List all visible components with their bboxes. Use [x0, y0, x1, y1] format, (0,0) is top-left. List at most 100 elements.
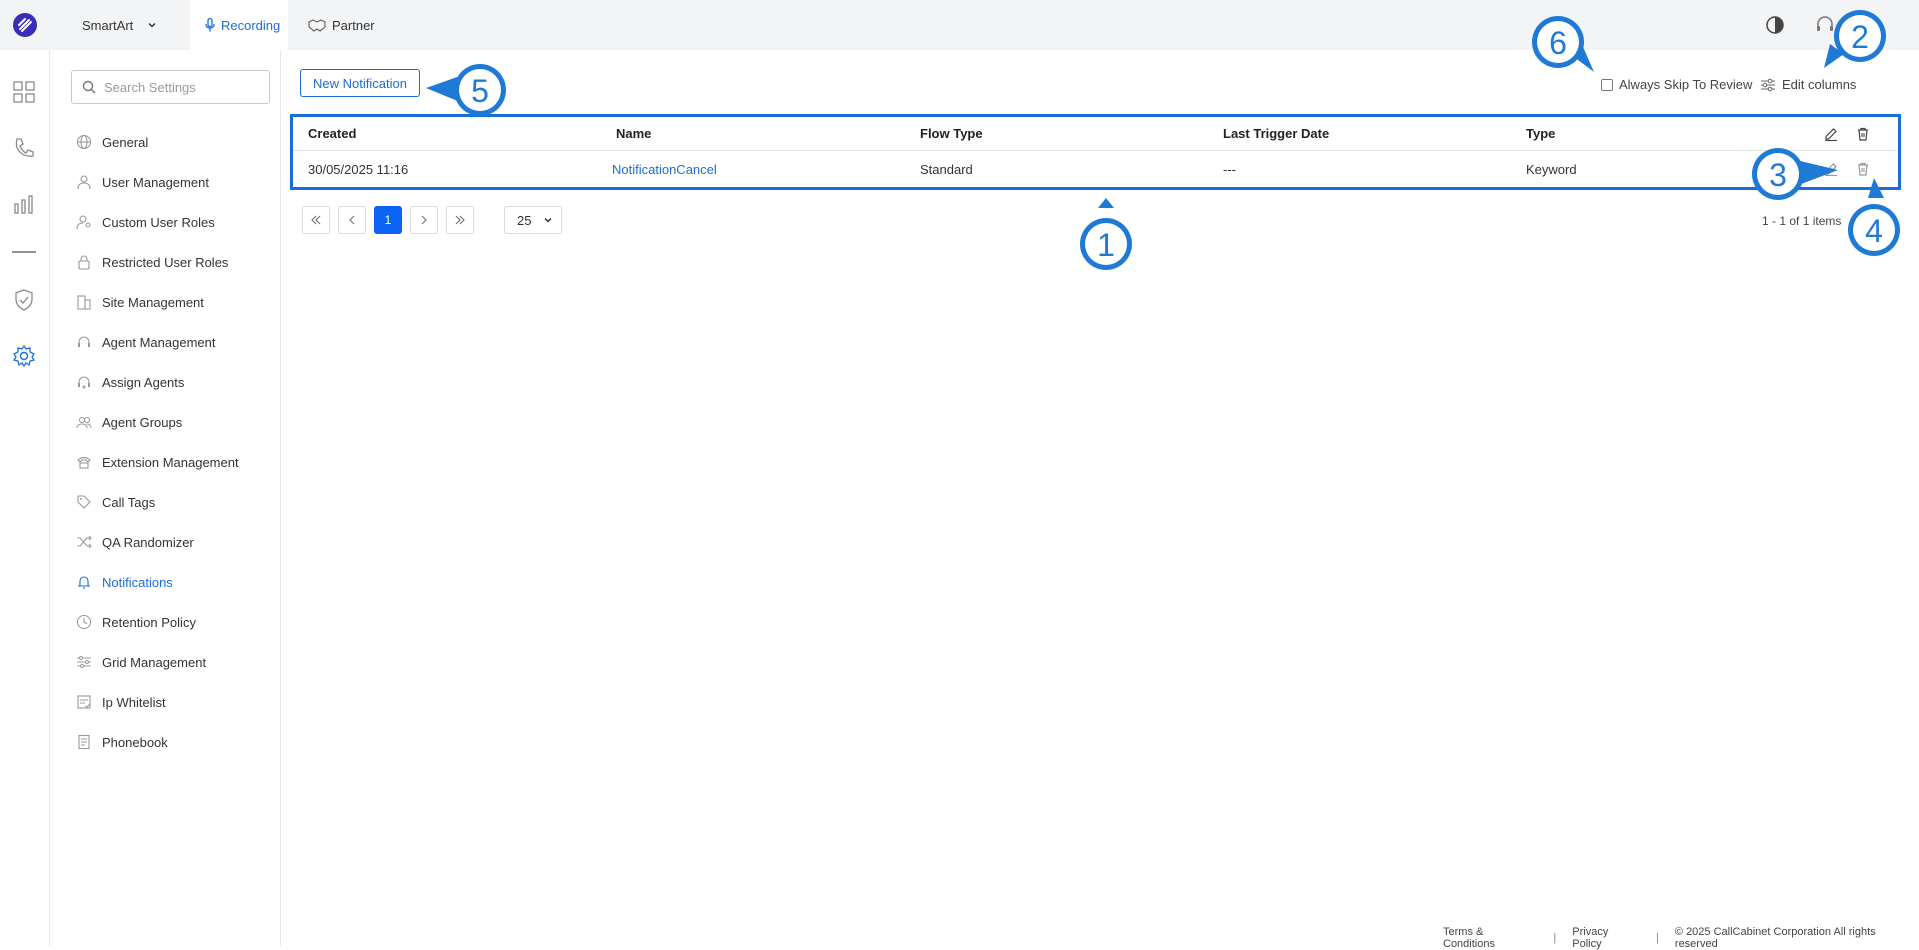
- workspace-selector[interactable]: SmartArt: [82, 0, 163, 50]
- always-skip-review[interactable]: Always Skip To Review: [1601, 77, 1752, 92]
- footer: Terms & Conditions | Privacy Policy | © …: [1443, 926, 1919, 950]
- analytics-bar-icon[interactable]: [12, 192, 36, 216]
- main-content: New Notification Always Skip To Review E…: [281, 50, 1919, 946]
- notifications-grid: Created Name Flow Type Last Trigger Date…: [290, 114, 1901, 190]
- sidebar-item-user-management[interactable]: User Management: [75, 162, 239, 202]
- page-size-select[interactable]: 25: [504, 206, 562, 234]
- col-flow-type[interactable]: Flow Type: [920, 126, 983, 141]
- microphone-icon: [205, 18, 215, 32]
- lock-icon: [75, 253, 93, 271]
- list-check-icon: [75, 693, 93, 711]
- chevron-down-icon: [544, 217, 552, 223]
- row-delete-trash-icon[interactable]: [1855, 161, 1871, 177]
- calls-phone-icon[interactable]: [12, 136, 36, 160]
- grid-header: Created Name Flow Type Last Trigger Date…: [293, 117, 1898, 151]
- last-page-button[interactable]: [446, 206, 474, 234]
- pagination-summary: 1 - 1 of 1 items: [1762, 214, 1842, 228]
- handshake-icon: [308, 19, 326, 32]
- footer-separator: |: [1553, 932, 1557, 944]
- table-row[interactable]: 30/05/2025 11:16 NotificationCancel Stan…: [293, 151, 1898, 187]
- sidebar-item-label: Restricted User Roles: [102, 254, 229, 270]
- search-settings[interactable]: [71, 70, 270, 104]
- delete-all-trash-icon[interactable]: [1855, 126, 1871, 142]
- sidebar-item-label: Grid Management: [102, 654, 207, 670]
- headset-plus-icon: [75, 373, 93, 391]
- cell-last-trigger: ---: [1223, 161, 1236, 177]
- search-icon: [82, 80, 96, 94]
- sidebar-item-agent-groups[interactable]: Agent Groups: [75, 402, 239, 442]
- chevron-right-icon: [421, 215, 427, 225]
- first-page-button[interactable]: [302, 206, 330, 234]
- sidebar-item-grid-management[interactable]: Grid Management: [75, 642, 239, 682]
- sidebar-item-qa-randomizer[interactable]: QA Randomizer: [75, 522, 239, 562]
- workspace-label: SmartArt: [82, 17, 134, 33]
- shield-check-icon[interactable]: [12, 288, 36, 312]
- page-size-value: 25: [517, 212, 532, 228]
- cell-created: 30/05/2025 11:16: [308, 161, 409, 177]
- sidebar-item-label: Agent Management: [102, 334, 216, 350]
- new-notification-button[interactable]: New Notification: [300, 69, 420, 97]
- double-chevron-left-icon: [311, 215, 321, 225]
- sidebar-item-extension-management[interactable]: Extension Management: [75, 442, 239, 482]
- clock-icon: [75, 613, 93, 631]
- col-type[interactable]: Type: [1526, 126, 1555, 141]
- sidebar-item-assign-agents[interactable]: Assign Agents: [75, 362, 239, 402]
- sidebar-item-restricted-user-roles[interactable]: Restricted User Roles: [75, 242, 239, 282]
- tab-recording-label: Recording: [221, 17, 281, 33]
- col-name[interactable]: Name: [616, 126, 651, 141]
- callout-number: 3: [1769, 157, 1787, 193]
- sidebar-item-label: QA Randomizer: [102, 534, 194, 550]
- sidebar-item-retention-policy[interactable]: Retention Policy: [75, 602, 239, 642]
- sidebar-item-custom-user-roles[interactable]: Custom User Roles: [75, 202, 239, 242]
- tab-recording[interactable]: Recording: [190, 0, 288, 50]
- prev-page-button[interactable]: [338, 206, 366, 234]
- terms-link[interactable]: Terms & Conditions: [1443, 926, 1537, 950]
- callout-number: 1: [1097, 227, 1115, 263]
- sidebar-item-agent-management[interactable]: Agent Management: [75, 322, 239, 362]
- col-created[interactable]: Created: [308, 126, 356, 141]
- page-button-current[interactable]: 1: [374, 206, 402, 234]
- footer-separator: |: [1656, 932, 1659, 944]
- sidebar-item-label: Assign Agents: [102, 374, 185, 390]
- sidebar-item-general[interactable]: General: [75, 122, 239, 162]
- columns-sliders-icon: [1761, 78, 1775, 91]
- phone-icon: [75, 453, 93, 471]
- sidebar-item-label: User Management: [102, 174, 209, 190]
- dashboard-grid-icon[interactable]: [12, 80, 36, 104]
- callcabinet-logo-icon[interactable]: [12, 12, 38, 38]
- sidebar-item-label: Custom User Roles: [102, 214, 215, 230]
- col-last-trigger-date[interactable]: Last Trigger Date: [1223, 126, 1329, 141]
- skip-review-checkbox[interactable]: [1601, 78, 1613, 91]
- sidebar-item-label: General: [102, 134, 149, 150]
- user-key-icon: [75, 213, 93, 231]
- shuffle-icon: [75, 533, 93, 551]
- callout-number: 4: [1865, 213, 1883, 249]
- settings-nav: General User Management Custom User Role…: [75, 122, 239, 762]
- next-page-button[interactable]: [410, 206, 438, 234]
- sidebar-item-label: Phonebook: [102, 734, 168, 750]
- sidebar-item-label: Notifications: [102, 574, 173, 590]
- callout-number: 2: [1851, 19, 1869, 55]
- edit-all-pencil-icon[interactable]: [1823, 126, 1839, 142]
- callout-marker-5: 5: [426, 64, 506, 116]
- building-icon: [75, 293, 93, 311]
- sidebar-item-label: Ip Whitelist: [102, 694, 166, 710]
- tab-partner-label: Partner: [332, 17, 375, 33]
- tab-partner[interactable]: Partner: [308, 0, 375, 50]
- cell-name-link[interactable]: NotificationCancel: [612, 162, 717, 177]
- settings-gear-icon[interactable]: [12, 344, 36, 368]
- privacy-link[interactable]: Privacy Policy: [1572, 926, 1640, 950]
- callout-marker-4: 4: [1848, 178, 1900, 256]
- edit-columns-button[interactable]: Edit columns: [1760, 77, 1856, 92]
- callout-marker-6: 6: [1532, 16, 1594, 72]
- sidebar-item-site-management[interactable]: Site Management: [75, 282, 239, 322]
- contrast-icon[interactable]: [1764, 14, 1786, 36]
- search-input[interactable]: [104, 79, 264, 95]
- sidebar-item-call-tags[interactable]: Call Tags: [75, 482, 239, 522]
- callout-marker-3: 3: [1752, 148, 1838, 200]
- sidebar-item-ip-whitelist[interactable]: Ip Whitelist: [75, 682, 239, 722]
- sidebar-item-phonebook[interactable]: Phonebook: [75, 722, 239, 762]
- sidebar-item-notifications[interactable]: Notifications: [75, 562, 239, 602]
- double-chevron-right-icon: [455, 215, 465, 225]
- bell-icon: [75, 573, 93, 591]
